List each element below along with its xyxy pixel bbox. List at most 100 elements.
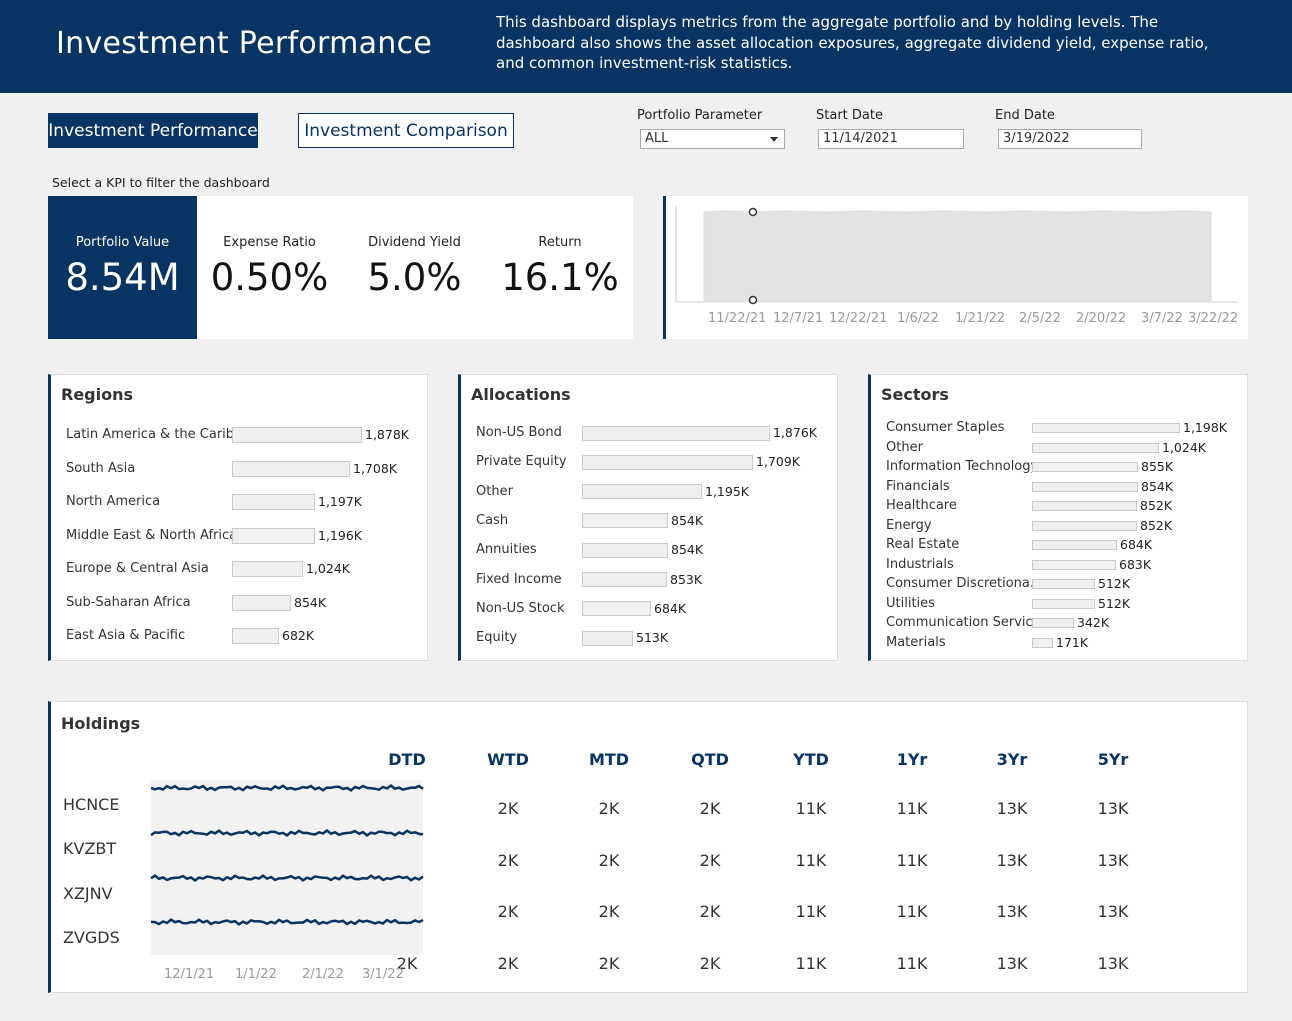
holdings-cell: 2K xyxy=(598,902,620,921)
sectors-bar[interactable] xyxy=(1032,442,1159,453)
allocations-bar-label: Non-US Stock xyxy=(476,600,565,616)
allocations-bar[interactable] xyxy=(582,425,770,441)
trend-marker[interactable] xyxy=(748,207,758,217)
holdings-column-header[interactable]: 1Yr xyxy=(872,750,952,769)
regions-bar[interactable] xyxy=(232,460,350,477)
holdings-cell: 2K xyxy=(699,851,721,870)
kpi-hint: Select a KPI to filter the dashboard xyxy=(52,175,270,190)
regions-bar-value: 1,197K xyxy=(318,494,362,509)
holdings-cell: 13K xyxy=(1097,902,1129,921)
sectors-bar-label: Consumer Staples xyxy=(886,420,1005,435)
holdings-column-header[interactable]: 5Yr xyxy=(1073,750,1153,769)
sectors-bar[interactable] xyxy=(1032,481,1138,492)
regions-bar-value: 854K xyxy=(294,594,327,610)
allocations-bar-value: 1,876K xyxy=(773,425,817,440)
holdings-column-header[interactable]: 3Yr xyxy=(972,750,1052,769)
sectors-bar-label: Materials xyxy=(886,634,946,650)
holdings-cell: 2K xyxy=(497,954,519,973)
trend-area xyxy=(703,210,1212,303)
allocations-bar[interactable] xyxy=(582,601,651,617)
kpi-value: 8.54M xyxy=(65,256,180,299)
allocations-bar[interactable] xyxy=(582,454,753,470)
regions-title: Regions xyxy=(61,385,134,404)
allocations-bar[interactable] xyxy=(582,542,668,558)
holding-ticker[interactable]: ZVGDS xyxy=(63,928,120,947)
holdings-column-header[interactable]: MTD xyxy=(569,750,649,769)
kpi-expense-ratio[interactable]: Expense Ratio 0.50% xyxy=(197,196,342,339)
investment-comparison-button[interactable]: Investment Comparison xyxy=(298,113,514,148)
holdings-column-header[interactable]: QTD xyxy=(670,750,750,769)
regions-bar[interactable] xyxy=(232,494,315,510)
sectors-bar[interactable] xyxy=(1032,501,1137,511)
sectors-bar[interactable] xyxy=(1032,559,1116,570)
allocations-bar-value: 854K xyxy=(671,542,704,558)
regions-bar[interactable] xyxy=(232,427,362,443)
sparkline-background xyxy=(151,780,423,955)
sectors-bar-value: 852K xyxy=(1140,517,1173,533)
regions-bar[interactable] xyxy=(232,594,291,611)
holdings-cell: 13K xyxy=(1097,954,1129,973)
kpi-value: 5.0% xyxy=(367,256,462,299)
allocations-title: Allocations xyxy=(471,385,571,404)
holdings-cell: 13K xyxy=(996,902,1028,921)
sectors-bar-value: 855K xyxy=(1141,459,1174,474)
holdings-column-header[interactable]: YTD xyxy=(771,750,851,769)
trend-x-tick: 1/21/22 xyxy=(955,311,1006,326)
sectors-bar[interactable] xyxy=(1032,637,1053,648)
sectors-bar-label: Financials xyxy=(886,478,950,494)
sectors-bar-value: 684K xyxy=(1120,537,1153,552)
trend-x-tick: 3/7/22 xyxy=(1141,311,1183,326)
sectors-bar-value: 852K xyxy=(1140,498,1173,513)
holdings-column-header[interactable]: DTD xyxy=(367,750,447,769)
kpi-dividend-yield[interactable]: Dividend Yield 5.0% xyxy=(342,196,487,339)
allocations-bar-value: 513K xyxy=(636,630,669,646)
holdings-cell: 11K xyxy=(795,902,827,921)
kpi-portfolio-value[interactable]: Portfolio Value 8.54M xyxy=(48,196,197,339)
holdings-cell: 11K xyxy=(896,851,928,870)
allocations-bar[interactable] xyxy=(582,630,633,646)
holdings-cell: 2K xyxy=(497,902,519,921)
portfolio-trend-chart[interactable]: 11/22/21 12/7/21 12/22/21 1/6/22 1/21/22… xyxy=(663,196,1248,339)
sectors-bar-label: Utilities xyxy=(886,595,935,611)
end-date-input[interactable]: 3/19/2022 xyxy=(998,129,1142,149)
holdings-cell: 13K xyxy=(996,799,1028,818)
sectors-bar[interactable] xyxy=(1032,540,1117,550)
sectors-bar-label: Consumer Discretiona.. xyxy=(886,576,1032,591)
investment-performance-button[interactable]: Investment Performance xyxy=(48,113,258,148)
allocations-bar-label: Private Equity xyxy=(476,454,567,470)
allocations-bar[interactable] xyxy=(582,513,668,529)
holdings-x-tick: 2/1/22 xyxy=(302,967,344,982)
sectors-bar-value: 512K xyxy=(1098,595,1131,611)
allocations-bar[interactable] xyxy=(582,484,702,500)
sectors-bar[interactable] xyxy=(1032,423,1180,433)
allocations-bar-label: Cash xyxy=(476,512,509,528)
holding-ticker[interactable]: HCNCE xyxy=(63,795,119,814)
kpi-label: Expense Ratio xyxy=(223,235,316,250)
portfolio-parameter-value: ALL xyxy=(645,131,669,146)
allocations-bar-label: Annuities xyxy=(476,542,537,558)
holdings-column-header[interactable]: WTD xyxy=(468,750,548,769)
holding-ticker[interactable]: XZJNV xyxy=(63,884,113,903)
sectors-bar[interactable] xyxy=(1032,462,1138,472)
regions-bar-label: East Asia & Pacific xyxy=(66,628,186,643)
regions-bar[interactable] xyxy=(232,628,279,644)
allocations-bar-value: 854K xyxy=(671,512,704,528)
allocations-bar-value: 684K xyxy=(654,600,687,616)
sectors-card: Sectors Consumer Staples 1,198K Other 1,024… xyxy=(868,374,1248,661)
holding-ticker[interactable]: KVZBT xyxy=(63,839,116,858)
regions-bar[interactable] xyxy=(232,527,315,544)
holdings-cell: 11K xyxy=(896,799,928,818)
kpi-return[interactable]: Return 16.1% xyxy=(487,196,633,339)
portfolio-parameter-select[interactable]: ALL xyxy=(640,129,785,149)
sectors-bar[interactable] xyxy=(1032,520,1137,531)
sectors-bar[interactable] xyxy=(1032,618,1074,628)
sectors-bar-value: 342K xyxy=(1077,615,1110,630)
sectors-bar[interactable] xyxy=(1032,579,1095,589)
trend-marker[interactable] xyxy=(748,295,758,305)
start-date-input[interactable]: 11/14/2021 xyxy=(818,129,964,149)
sectors-bar[interactable] xyxy=(1032,598,1095,609)
regions-bar[interactable] xyxy=(232,561,303,577)
trend-x-tick: 12/7/21 xyxy=(773,311,824,326)
allocations-bar[interactable] xyxy=(582,572,667,587)
sectors-bar-label: Industrials xyxy=(886,556,954,572)
